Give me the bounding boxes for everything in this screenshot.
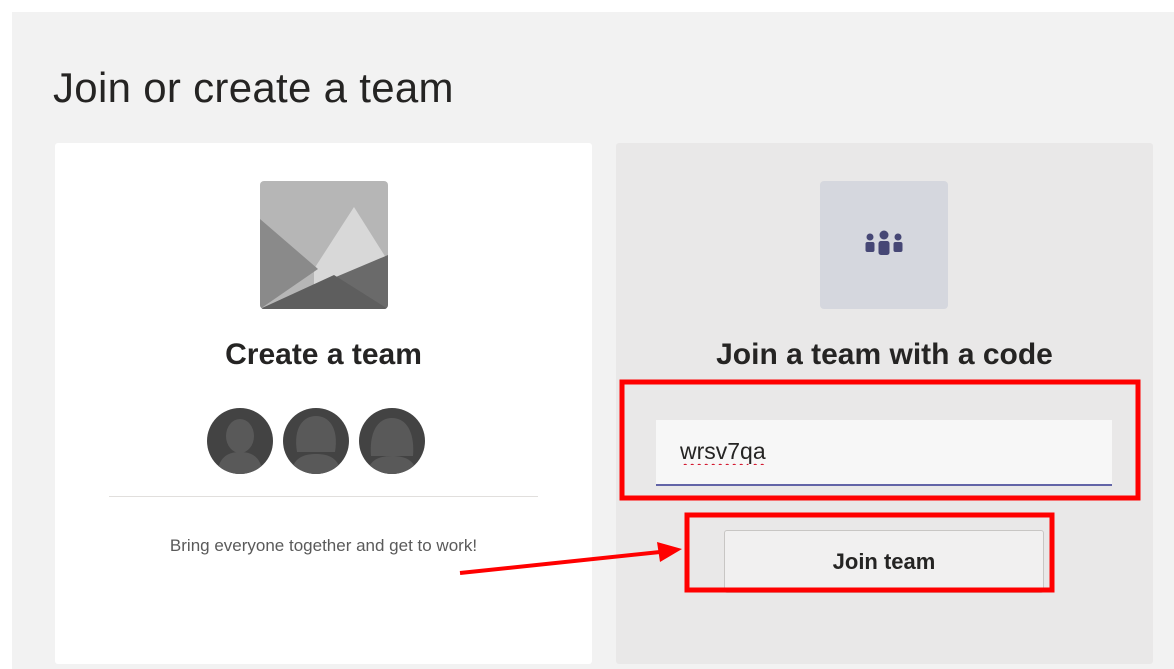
join-or-create-page: Join or create a team Create a team Brin… xyxy=(12,12,1174,669)
person-avatar-icon xyxy=(359,408,425,474)
join-team-button[interactable]: Join team xyxy=(724,530,1044,593)
team-people-icon xyxy=(820,181,948,309)
person-avatar-icon xyxy=(283,408,349,474)
avatar-group xyxy=(207,408,425,474)
card-divider xyxy=(109,496,538,497)
person-avatar-icon xyxy=(207,408,273,474)
join-team-card: Join a team with a code Join team xyxy=(616,143,1153,664)
join-team-heading: Join a team with a code xyxy=(716,338,1053,371)
team-code-field[interactable] xyxy=(656,420,1112,486)
create-team-heading: Create a team xyxy=(225,338,422,371)
create-team-description: Bring everyone together and get to work! xyxy=(169,536,478,555)
landscape-placeholder-icon xyxy=(260,181,388,309)
create-team-card[interactable]: Create a team Bring everyone together an… xyxy=(55,143,592,664)
page-title: Join or create a team xyxy=(53,64,454,111)
team-code-input[interactable] xyxy=(680,438,1080,465)
